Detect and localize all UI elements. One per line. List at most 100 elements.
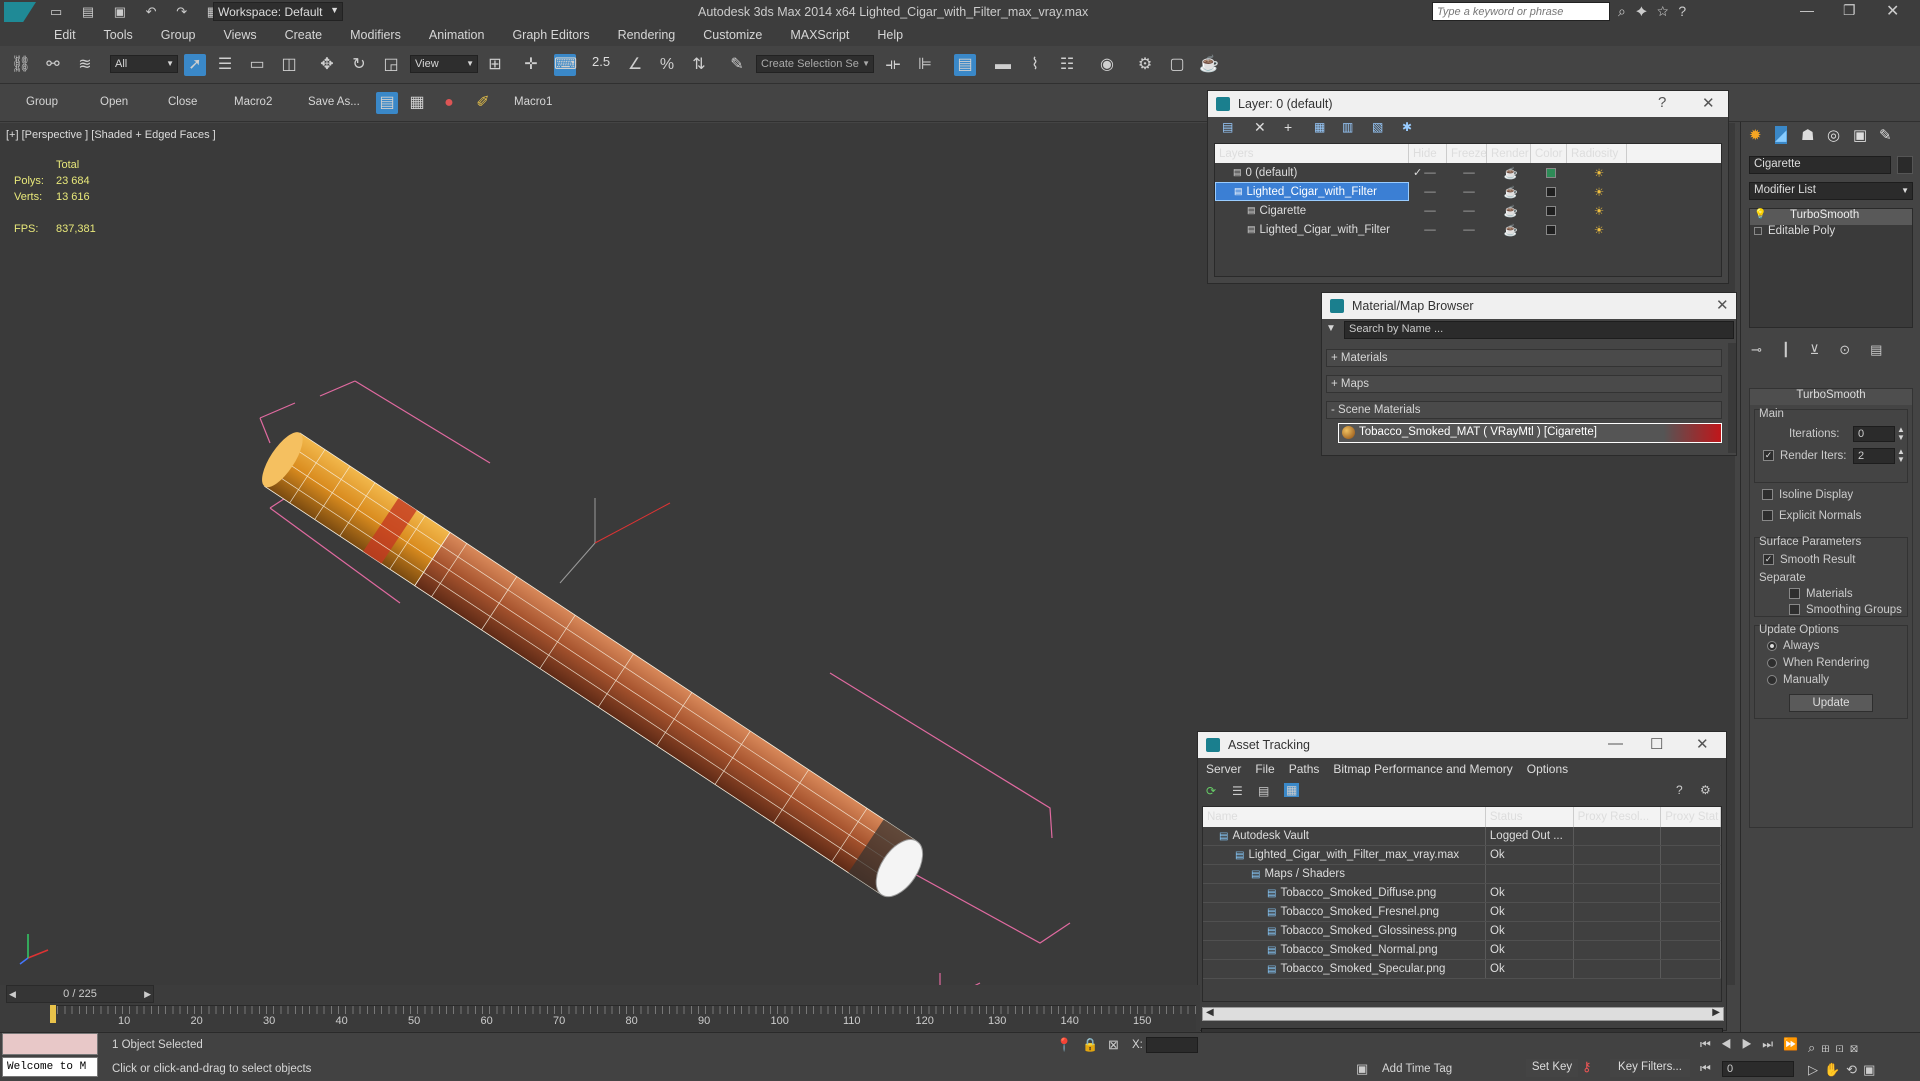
menu-views[interactable]: Views bbox=[209, 28, 270, 42]
radiosity-icon[interactable]: ☀ bbox=[1567, 182, 1627, 201]
asset-name-cell[interactable]: ▤ Tobacco_Smoked_Normal.png bbox=[1203, 941, 1486, 959]
maximize-icon[interactable]: ☐ bbox=[1650, 735, 1663, 753]
edit-named-selection-icon[interactable]: ✎ bbox=[726, 54, 748, 76]
set-key-button[interactable]: Set Key bbox=[1526, 1059, 1578, 1077]
layer-freeze-cell[interactable]: — bbox=[1447, 201, 1487, 220]
layer-color-swatch[interactable] bbox=[1546, 224, 1556, 235]
layer-hide-cell[interactable]: — bbox=[1409, 182, 1447, 201]
graphite-toolbar-icon[interactable]: ▬ bbox=[992, 54, 1014, 76]
hierarchy-tab-icon[interactable]: ☗ bbox=[1801, 126, 1814, 144]
rotate-icon[interactable]: ↻ bbox=[348, 54, 370, 76]
workspace-dropdown[interactable]: Workspace: Default ▼ bbox=[213, 2, 343, 21]
asset-menu-paths[interactable]: Paths bbox=[1289, 762, 1320, 776]
col-status[interactable]: Status bbox=[1486, 807, 1574, 827]
layer-color-cell[interactable] bbox=[1531, 201, 1567, 220]
layer-name-cell[interactable]: ▤ Cigarette bbox=[1215, 201, 1409, 220]
col-name[interactable]: Name bbox=[1203, 807, 1486, 827]
create-tab-icon[interactable]: ✹ bbox=[1749, 126, 1762, 144]
brush-icon[interactable]: ✐ bbox=[472, 92, 494, 114]
stack-item-editable-poly[interactable]: Editable Poly bbox=[1750, 225, 1912, 241]
modify-tab-icon[interactable]: ◢ bbox=[1775, 126, 1787, 144]
material-editor-icon[interactable]: ◉ bbox=[1096, 54, 1118, 76]
iterations-spinner[interactable]: 0 bbox=[1853, 426, 1895, 442]
search-input[interactable]: Type a keyword or phrase bbox=[1432, 2, 1610, 21]
when-rendering-row[interactable]: When Rendering bbox=[1767, 657, 1869, 669]
stack-item-turbosmooth[interactable]: 💡 TurboSmooth bbox=[1750, 209, 1912, 225]
layer-color-cell[interactable] bbox=[1531, 182, 1567, 201]
app-logo-icon[interactable] bbox=[4, 2, 36, 22]
move-icon[interactable]: ✥ bbox=[316, 54, 338, 76]
col-layers[interactable]: Layers bbox=[1215, 144, 1409, 163]
asset-name-cell[interactable]: ▤ Tobacco_Smoked_Diffuse.png bbox=[1203, 884, 1486, 902]
asset-row[interactable]: ▤ Maps / Shaders bbox=[1203, 865, 1721, 884]
selection-filter-dropdown[interactable]: All ▼ bbox=[110, 55, 178, 73]
radiosity-icon[interactable]: ☀ bbox=[1567, 220, 1627, 239]
time-cursor[interactable] bbox=[50, 1005, 56, 1023]
layer-color-cell[interactable] bbox=[1531, 220, 1567, 239]
smoothing-groups-row[interactable]: Smoothing Groups bbox=[1789, 604, 1902, 616]
close-icon[interactable]: ✕ bbox=[1886, 1, 1899, 21]
viewport-nav-icons[interactable]: ⌕⊞⊡⊠ ▷✋⟲▣ bbox=[1808, 1037, 1916, 1081]
transform-mode-icon[interactable]: ⊠ bbox=[1108, 1037, 1119, 1053]
explicit-normals-row[interactable]: Explicit Normals bbox=[1762, 510, 1861, 522]
group-button[interactable]: Group bbox=[26, 96, 58, 108]
asset-hscrollbar[interactable]: ◀ ▶ bbox=[1202, 1007, 1724, 1021]
asset-row[interactable]: ▤ Tobacco_Smoked_Diffuse.png Ok bbox=[1203, 884, 1721, 903]
asset-row[interactable]: ▤ Tobacco_Smoked_Specular.png Ok bbox=[1203, 960, 1721, 979]
layer-freeze-cell[interactable]: — bbox=[1447, 163, 1487, 182]
utilities-tab-icon[interactable]: ✎ bbox=[1879, 126, 1892, 144]
expand-icon[interactable] bbox=[1754, 227, 1762, 235]
asset-name-cell[interactable]: ▤ Lighted_Cigar_with_Filter_max_vray.max bbox=[1203, 846, 1486, 864]
layer-freeze-cell[interactable]: — bbox=[1447, 182, 1487, 201]
always-radio[interactable] bbox=[1767, 640, 1777, 651]
delete-layer-icon[interactable]: ✕ bbox=[1254, 119, 1266, 136]
table-view-icon[interactable]: ▦ bbox=[1284, 783, 1300, 797]
ref-coord-dropdown[interactable]: View ▼ bbox=[410, 55, 478, 73]
layer-name-cell[interactable]: ▤ 0 (default) bbox=[1215, 163, 1409, 182]
macro1-button[interactable]: Macro1 bbox=[514, 96, 552, 108]
asset-name-cell[interactable]: ▤ Autodesk Vault bbox=[1203, 827, 1486, 845]
macro2-button[interactable]: Macro2 bbox=[234, 96, 272, 108]
bind-spacewarp-icon[interactable]: ≋ bbox=[74, 54, 96, 76]
scroll-left-icon[interactable]: ◀ bbox=[1206, 1007, 1214, 1018]
teapot-icon[interactable]: ☕ bbox=[1487, 163, 1531, 182]
asset-tracking-titlebar[interactable]: Asset Tracking — ☐ ✕ bbox=[1198, 732, 1726, 758]
teapot-icon[interactable]: ☕ bbox=[1487, 220, 1531, 239]
render-icon[interactable]: ☕ bbox=[1198, 54, 1220, 76]
asset-menu-options[interactable]: Options bbox=[1527, 762, 1568, 776]
infocenter-icons[interactable]: ⌕✦☆? bbox=[1618, 3, 1696, 20]
update-button[interactable]: Update bbox=[1789, 694, 1873, 712]
asset-name-cell[interactable]: ▤ Tobacco_Smoked_Fresnel.png bbox=[1203, 903, 1486, 921]
materials-checkbox[interactable] bbox=[1789, 588, 1800, 600]
help-icon[interactable]: ? bbox=[1676, 783, 1683, 797]
object-color-swatch[interactable] bbox=[1897, 156, 1913, 174]
layer-list-icon[interactable]: ▤ bbox=[376, 92, 398, 114]
time-tag-icon[interactable]: ▣ bbox=[1356, 1061, 1368, 1077]
teapot-icon[interactable]: ☕ bbox=[1487, 201, 1531, 220]
menu-graph-editors[interactable]: Graph Editors bbox=[498, 28, 603, 42]
layer-color-swatch[interactable] bbox=[1546, 205, 1556, 216]
manually-radio[interactable] bbox=[1767, 674, 1777, 685]
material-browser-titlebar[interactable]: Material/Map Browser ✕ bbox=[1322, 293, 1736, 319]
object-name-field[interactable]: Cigarette bbox=[1749, 156, 1891, 174]
asset-menu-file[interactable]: File bbox=[1255, 762, 1274, 776]
spinner-snap-icon[interactable]: ⇅ bbox=[688, 54, 710, 76]
time-slider[interactable]: ◀ 0 / 225 ▶ bbox=[6, 985, 154, 1003]
menu-modifiers[interactable]: Modifiers bbox=[336, 28, 415, 42]
freeze-all-icon[interactable]: ✱ bbox=[1402, 120, 1412, 134]
window-crossing-icon[interactable]: ◫ bbox=[278, 54, 300, 76]
select-object-icon[interactable]: ➚ bbox=[184, 54, 206, 76]
bulb-icon[interactable]: 💡 bbox=[1754, 209, 1766, 220]
col-hide[interactable]: Hide bbox=[1409, 144, 1447, 163]
scroll-right-icon[interactable]: ▶ bbox=[1712, 1007, 1720, 1018]
asset-row[interactable]: ▤ Tobacco_Smoked_Normal.png Ok bbox=[1203, 941, 1721, 960]
explicit-normals-checkbox[interactable] bbox=[1762, 510, 1773, 522]
turbosmooth-rollout-header[interactable]: TurboSmooth bbox=[1750, 389, 1912, 405]
asset-name-cell[interactable]: ▤ Tobacco_Smoked_Specular.png bbox=[1203, 960, 1486, 978]
scene-explorer-icon[interactable]: ▦ bbox=[406, 92, 428, 114]
restore-icon[interactable]: ❐ bbox=[1843, 2, 1856, 19]
material-search-input[interactable]: Search by Name ... bbox=[1344, 321, 1734, 339]
refresh-icon[interactable]: ⟳ bbox=[1206, 784, 1216, 798]
layer-color-swatch[interactable] bbox=[1546, 167, 1556, 178]
layer-row[interactable]: ▤ Cigarette — — ☕ ☀ bbox=[1215, 201, 1721, 220]
